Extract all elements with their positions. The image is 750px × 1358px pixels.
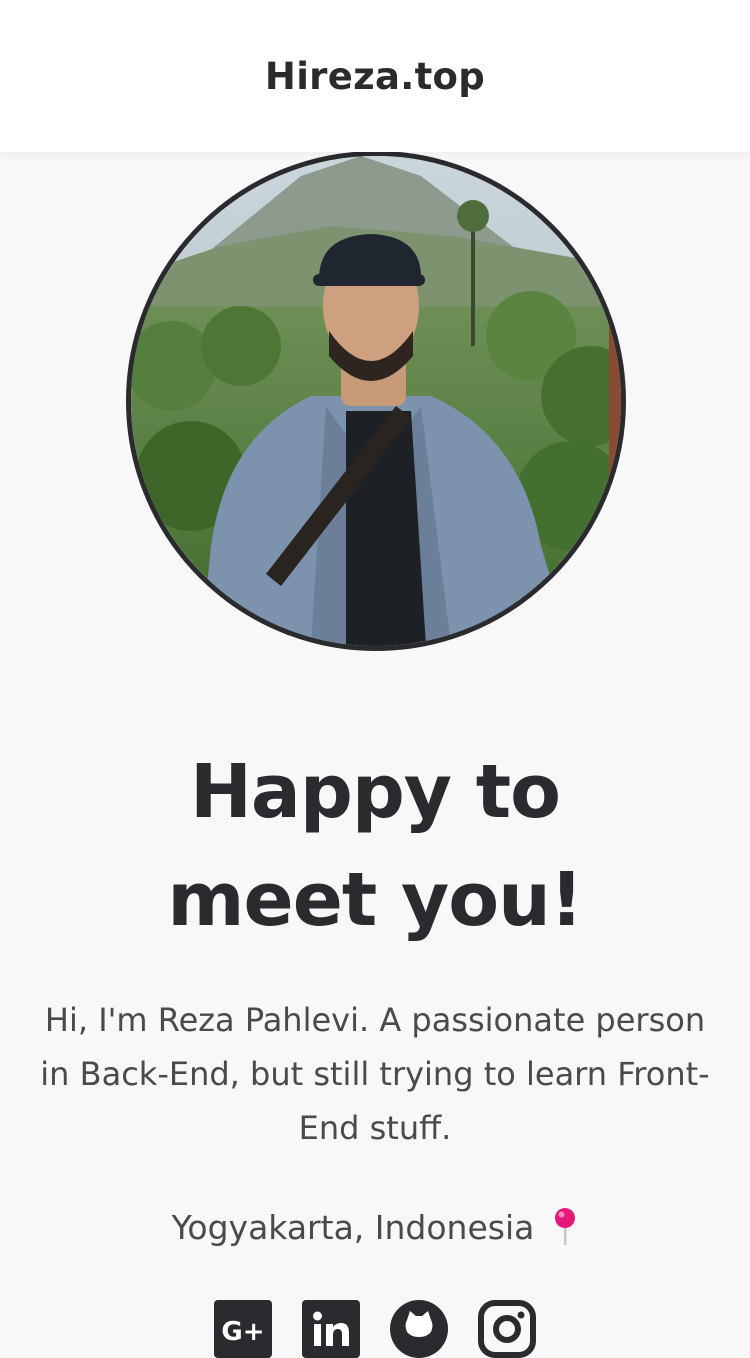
site-header: Hireza.top (0, 0, 750, 152)
linkedin-icon (302, 1300, 360, 1358)
bio-text: Hi, I'm Reza Pahlevi. A passionate perso… (40, 1001, 710, 1147)
google-plus-link[interactable]: G+ (214, 1300, 272, 1358)
social-links: G+ (0, 1300, 750, 1358)
profile-photo-image (131, 156, 621, 646)
github-icon (390, 1300, 448, 1358)
instagram-link[interactable] (478, 1300, 536, 1358)
github-link[interactable] (390, 1300, 448, 1358)
profile-photo (126, 151, 626, 651)
location-text: Yogyakarta, Indonesia (171, 1207, 535, 1247)
location: Yogyakarta, Indonesia (0, 1207, 750, 1247)
instagram-icon (478, 1300, 536, 1358)
google-plus-icon: G+ (214, 1300, 272, 1358)
headline-line-1: Happy to (189, 749, 561, 835)
svg-text:G+: G+ (221, 1317, 264, 1347)
map-pin-icon (552, 1207, 578, 1247)
headline-line-2: meet you! (167, 857, 583, 943)
site-brand-link[interactable]: Hireza.top (265, 55, 485, 98)
linkedin-link[interactable] (302, 1300, 360, 1358)
page-headline: Happy to meet you! (0, 738, 750, 954)
